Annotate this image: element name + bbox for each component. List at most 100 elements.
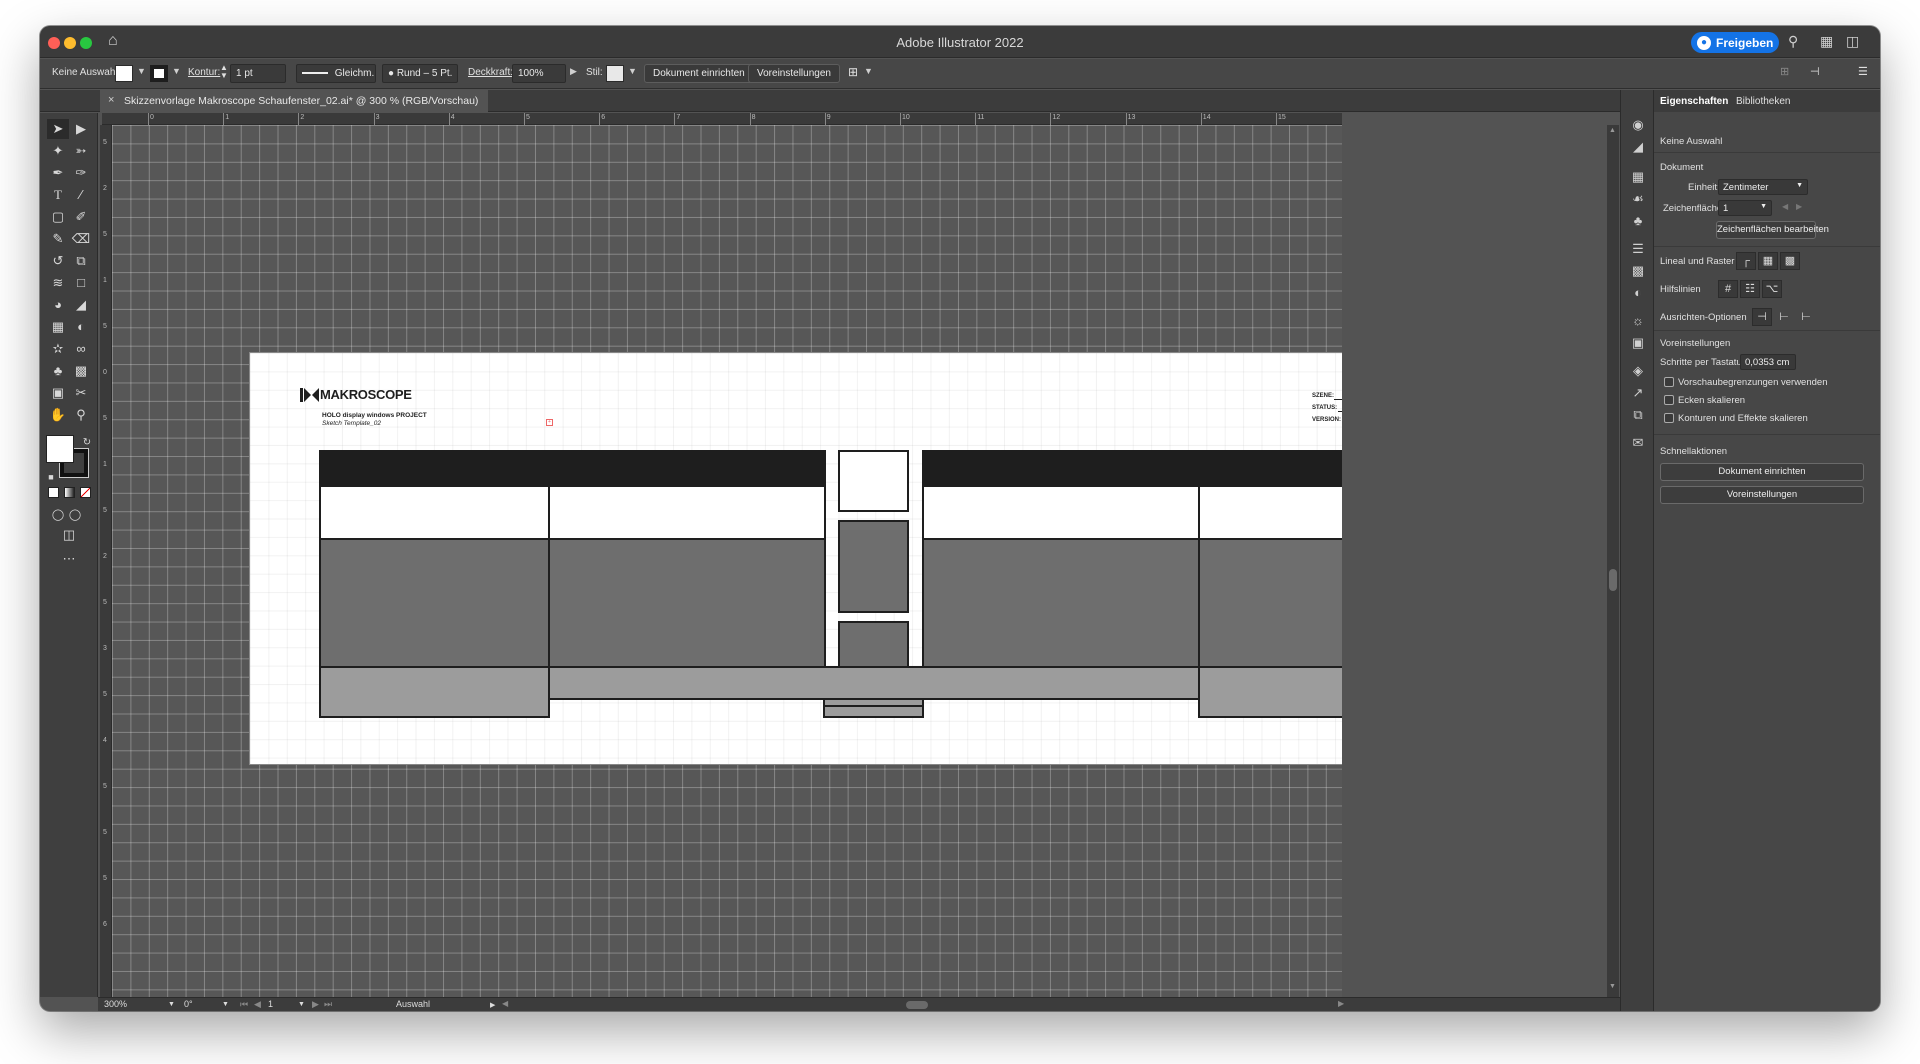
scale-strokes-checkbox[interactable] [1664, 413, 1674, 423]
center-box-bottom[interactable] [838, 621, 909, 668]
color-guide-icon[interactable]: ◢ [1629, 138, 1647, 156]
stroke-dropdown-icon[interactable]: ▼ [172, 66, 181, 76]
right-panel-b-top[interactable] [1198, 485, 1342, 540]
left-panel-b-top[interactable] [548, 485, 826, 540]
stroke-label[interactable]: Kontur: [188, 67, 220, 78]
symbol-sprayer-tool-icon[interactable]: ♣ [47, 361, 69, 381]
stroke-swatch[interactable] [150, 65, 168, 82]
scale-corners-checkbox[interactable] [1664, 395, 1674, 405]
transparency-grid-icon[interactable]: ▩ [1780, 252, 1800, 270]
horizontal-scrollbar-thumb[interactable] [906, 1001, 928, 1009]
horizontal-ruler[interactable]: 0 1 2 3 4 5 6 7 8 9 10 11 12 13 14 15 [102, 113, 1342, 125]
lasso-tool-icon[interactable]: ➳ [70, 141, 92, 161]
draw-inside-icon[interactable]: ◯ [64, 505, 86, 525]
first-artboard-icon[interactable]: ⏮ [240, 999, 248, 1010]
screen-mode-icon[interactable]: ◫ [58, 525, 80, 545]
artboard[interactable]: MAKROSCOPE HOLO display windows PROJECT … [249, 352, 1342, 765]
right-panel-b-display[interactable] [1198, 538, 1342, 668]
export-icon[interactable]: ↗ [1629, 384, 1647, 402]
line-tool-icon[interactable]: ∕ [70, 185, 92, 205]
ruler-toggle-icon[interactable]: ┌ [1736, 252, 1756, 270]
tab-libraries[interactable]: Bibliotheken [1736, 96, 1790, 107]
type-tool-icon[interactable]: T [47, 185, 69, 205]
opacity-label[interactable]: Deckkraft: [468, 67, 513, 78]
right-base[interactable] [1198, 666, 1342, 718]
color-mode-icon[interactable] [48, 487, 59, 498]
status-menu-icon[interactable]: ▶ [490, 1001, 495, 1009]
rotation-dropdown-icon[interactable]: ▼ [222, 1001, 229, 1008]
smart-guides-icon[interactable]: ⌥ [1762, 280, 1782, 298]
document-tab[interactable]: × Skizzenvorlage Makroscope Schaufenster… [100, 90, 489, 112]
quick-document-setup-button[interactable]: Dokument einrichten [1660, 463, 1864, 481]
shape-builder-tool-icon[interactable]: ◕ [47, 295, 69, 315]
left-panel-b-display[interactable] [548, 538, 826, 668]
pencil-tool-icon[interactable]: ✎ [47, 229, 69, 249]
magic-wand-tool-icon[interactable]: ✦ [47, 141, 69, 161]
artboards-panel-icon[interactable]: ⧉ [1629, 406, 1647, 424]
rotation-value[interactable]: 0° [184, 999, 193, 1009]
preferences-button[interactable]: Voreinstellungen [748, 64, 840, 83]
quick-preferences-button[interactable]: Voreinstellungen [1660, 486, 1864, 504]
align-to-key-object-icon[interactable]: ⊢ [1774, 308, 1794, 326]
curvature-tool-icon[interactable]: ✑ [70, 163, 92, 183]
stroke-panel-icon[interactable]: ☰ [1629, 240, 1647, 258]
brushes-icon[interactable]: ☙ [1629, 190, 1647, 208]
prev-artboard-icon[interactable]: ◀ [254, 999, 261, 1010]
appearance-icon[interactable]: ☼ [1629, 312, 1647, 330]
unit-select[interactable]: Zentimeter ▼ [1718, 179, 1808, 195]
last-artboard-icon[interactable]: ⏭ [324, 999, 332, 1010]
panel-toggle-icon[interactable]: ◫ [1846, 33, 1859, 50]
left-panel-a-top[interactable] [319, 485, 550, 540]
slice-tool-icon[interactable]: ✂ [70, 383, 92, 403]
artboard-dropdown-icon[interactable]: ▼ [298, 1001, 305, 1008]
mesh-tool-icon[interactable]: ▦ [47, 317, 69, 337]
right-panel-a-top[interactable] [922, 485, 1200, 540]
center-box-middle[interactable] [838, 520, 909, 613]
direct-selection-tool-icon[interactable]: ▶ [70, 119, 92, 139]
search-icon[interactable]: ⚲ [1788, 33, 1798, 50]
swatches-icon[interactable]: ▦ [1629, 168, 1647, 186]
arrange-icon[interactable]: ⊞ [848, 65, 858, 79]
gradient-panel-icon[interactable]: ▩ [1629, 262, 1647, 280]
selection-tool-icon[interactable]: ➤ [47, 119, 69, 139]
rectangle-tool-icon[interactable]: ▢ [47, 207, 69, 227]
layers-icon[interactable]: ◈ [1629, 362, 1647, 380]
opacity-field[interactable]: 100% [512, 64, 566, 83]
close-tab-icon[interactable]: × [108, 94, 114, 106]
guides-toggle-icon[interactable]: # [1718, 280, 1738, 298]
brush-select[interactable]: ● Rund – 5 Pt. [382, 64, 458, 83]
edit-artboards-button[interactable]: Zeichenflächen bearbeiten [1716, 221, 1829, 239]
right-header-bar[interactable] [922, 450, 1342, 487]
left-base[interactable] [319, 666, 550, 718]
scroll-down-icon[interactable]: ▼ [1609, 983, 1616, 990]
share-button[interactable]: ● Freigeben [1691, 32, 1779, 53]
artboard-tool-icon[interactable]: ▣ [47, 383, 69, 403]
lock-guides-icon[interactable]: ☷ [1740, 280, 1760, 298]
keyboard-increment-field[interactable]: 0,0353 cm [1740, 354, 1796, 370]
style-dropdown-icon[interactable]: ▼ [628, 66, 637, 76]
transparency-icon[interactable]: ◐ [1629, 284, 1647, 302]
fill-dropdown-icon[interactable]: ▼ [137, 66, 146, 76]
center-plinth[interactable] [823, 698, 924, 718]
align-to-artboard-icon[interactable]: ⊢ [1796, 308, 1816, 326]
align-icon[interactable]: ⊣ [1810, 65, 1820, 78]
scrollbar-thumb[interactable] [1609, 569, 1617, 591]
artboard-select[interactable]: 1 ▼ [1718, 200, 1772, 216]
scroll-up-icon[interactable]: ▲ [1609, 127, 1616, 134]
style-swatch[interactable] [606, 65, 624, 82]
symbols-icon[interactable]: ♣ [1629, 212, 1647, 230]
canvas[interactable]: MAKROSCOPE HOLO display windows PROJECT … [112, 125, 1342, 997]
arrange-dropdown-icon[interactable]: ▼ [864, 66, 873, 76]
hand-tool-icon[interactable]: ✋ [47, 405, 69, 425]
fill-swatch[interactable] [115, 65, 133, 82]
color-panel-icon[interactable]: ◉ [1629, 116, 1647, 134]
hscroll-left-icon[interactable]: ◀ [502, 999, 508, 1008]
stroke-stepper-icon[interactable]: ▲ ▼ [220, 64, 228, 80]
more-tools-icon[interactable]: ⋯ [58, 549, 80, 569]
comments-icon[interactable]: ✉ [1629, 434, 1647, 452]
artboard-index[interactable]: 1 [268, 999, 273, 1009]
zoom-dropdown-icon[interactable]: ▼ [168, 1001, 175, 1008]
none-mode-icon[interactable] [80, 487, 91, 498]
menu-icon[interactable]: ☰ [1858, 65, 1868, 78]
blend-tool-icon[interactable]: ∞ [70, 339, 92, 359]
